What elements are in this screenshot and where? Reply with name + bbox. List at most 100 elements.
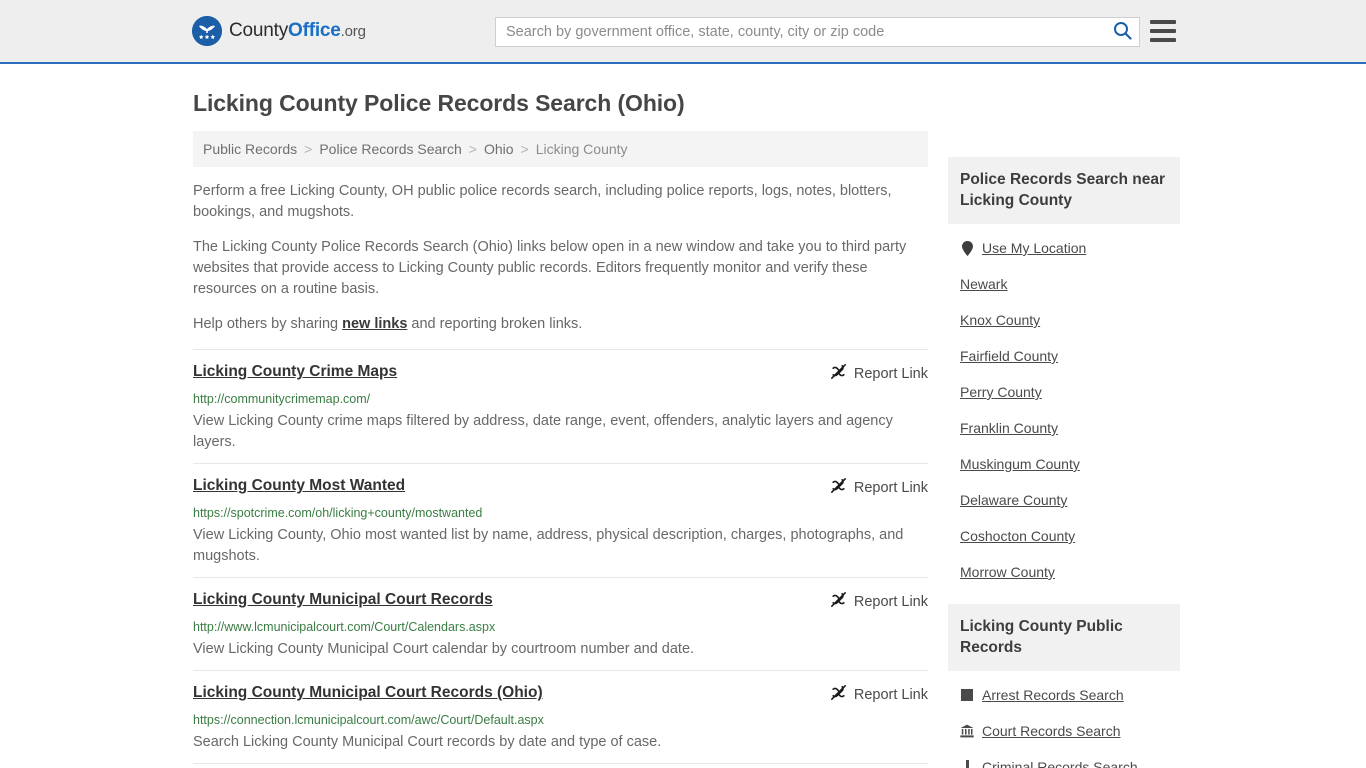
sidebar-item-muskingum-county[interactable]: Muskingum County bbox=[948, 446, 1180, 482]
result-title-link[interactable]: Licking County Most Wanted bbox=[193, 476, 405, 496]
intro-paragraph-2: The Licking County Police Records Search… bbox=[193, 239, 907, 297]
result-url: http://communitycrimemap.com/ bbox=[193, 392, 371, 406]
sidebar-item-morrow-county[interactable]: Morrow County bbox=[948, 554, 1180, 590]
sidebar-item-perry-county[interactable]: Perry County bbox=[948, 374, 1180, 410]
sidebar-link[interactable]: Newark bbox=[960, 276, 1007, 292]
breadcrumb-separator: > bbox=[304, 141, 313, 157]
search-bar[interactable] bbox=[495, 17, 1140, 47]
sidebar: Police Records Search near Licking Count… bbox=[948, 131, 1180, 768]
intro-paragraph-1: Perform a free Licking County, OH public… bbox=[193, 183, 892, 220]
hamburger-bar bbox=[1150, 29, 1176, 33]
report-link-button[interactable]: Report Link bbox=[830, 591, 928, 613]
result-item: Licking County Municipal Court Records R… bbox=[193, 577, 928, 670]
breadcrumb: Public Records > Police Records Search >… bbox=[193, 131, 928, 167]
report-link-button[interactable]: Report Link bbox=[830, 477, 928, 499]
sidebar-item-arrest-records-search[interactable]: Arrest Records Search bbox=[948, 677, 1180, 713]
sidebar-public-records-title: Licking County Public Records bbox=[948, 604, 1180, 671]
sidebar-link[interactable]: Court Records Search bbox=[982, 723, 1121, 739]
intro-text: Perform a free Licking County, OH public… bbox=[193, 181, 928, 335]
brand-part-county: County bbox=[229, 20, 289, 41]
breadcrumb-separator: > bbox=[468, 141, 477, 157]
sidebar-link[interactable]: Use My Location bbox=[982, 240, 1086, 256]
eagle-stars-seal-icon bbox=[192, 16, 222, 46]
result-title-link[interactable]: Licking County Municipal Court Records (… bbox=[193, 683, 543, 703]
sidebar-section-nearby: Police Records Search near Licking Count… bbox=[948, 157, 1180, 590]
result-description: View Licking County, Ohio most wanted li… bbox=[193, 527, 904, 564]
search-button[interactable] bbox=[1105, 18, 1139, 46]
sidebar-nearby-list: Use My Location Newark Knox County Fairf… bbox=[948, 224, 1180, 590]
report-link-label: Report Link bbox=[853, 687, 928, 703]
result-url: http://www.lcmunicipalcourt.com/Court/Ca… bbox=[193, 620, 496, 634]
report-link-button[interactable]: Report Link bbox=[830, 363, 928, 385]
hamburger-bar bbox=[1150, 38, 1176, 42]
sidebar-link[interactable]: Criminal Records Search bbox=[982, 759, 1138, 768]
result-item: Licking County Municipal Court Traffic C… bbox=[193, 763, 928, 768]
site-logo-text: CountyOffice.org bbox=[229, 20, 366, 42]
sidebar-item-fairfield-county[interactable]: Fairfield County bbox=[948, 338, 1180, 374]
courthouse-icon bbox=[960, 723, 974, 739]
sidebar-item-coshocton-county[interactable]: Coshocton County bbox=[948, 518, 1180, 554]
result-description: View Licking County crime maps filtered … bbox=[193, 413, 893, 450]
result-url: https://spotcrime.com/oh/licking+county/… bbox=[193, 506, 483, 520]
main-content: Public Records > Police Records Search >… bbox=[193, 131, 928, 768]
sidebar-link[interactable]: Arrest Records Search bbox=[982, 687, 1124, 703]
intro-p3-after: and reporting broken links. bbox=[407, 316, 583, 332]
sidebar-link[interactable]: Muskingum County bbox=[960, 456, 1080, 472]
sidebar-public-records-list: Arrest Records Search Court Records Sear… bbox=[948, 671, 1180, 768]
result-title-link[interactable]: Licking County Crime Maps bbox=[193, 362, 397, 382]
search-icon bbox=[1113, 21, 1132, 43]
filled-square-icon bbox=[960, 687, 974, 703]
brand-part-office: Office bbox=[288, 20, 341, 41]
intro-paragraph-3: Help others by sharing new links and rep… bbox=[193, 314, 928, 335]
results-list: Licking County Crime Maps Report Link ht… bbox=[193, 349, 928, 768]
sidebar-link[interactable]: Knox County bbox=[960, 312, 1040, 328]
sidebar-link[interactable]: Franklin County bbox=[960, 420, 1058, 436]
sidebar-item-newark[interactable]: Newark bbox=[948, 266, 1180, 302]
map-pin-icon bbox=[960, 240, 974, 256]
site-header: CountyOffice.org bbox=[0, 0, 1366, 64]
result-item: Licking County Most Wanted Report Link h… bbox=[193, 463, 928, 577]
breadcrumb-item-public-records[interactable]: Public Records bbox=[203, 141, 297, 157]
breadcrumb-item-ohio[interactable]: Ohio bbox=[484, 141, 514, 157]
hamburger-menu-icon[interactable] bbox=[1150, 20, 1176, 42]
result-item: Licking County Municipal Court Records (… bbox=[193, 670, 928, 763]
sidebar-link[interactable]: Delaware County bbox=[960, 492, 1067, 508]
breadcrumb-separator: > bbox=[520, 141, 529, 157]
hamburger-bar bbox=[1150, 20, 1176, 24]
breadcrumb-item-licking-county: Licking County bbox=[535, 141, 628, 157]
sidebar-link[interactable]: Perry County bbox=[960, 384, 1042, 400]
broken-link-icon bbox=[830, 684, 847, 706]
result-description: Search Licking County Municipal Court re… bbox=[193, 734, 662, 750]
report-link-label: Report Link bbox=[853, 480, 928, 496]
result-url: https://connection.lcmunicipalcourt.com/… bbox=[193, 713, 544, 727]
sidebar-item-franklin-county[interactable]: Franklin County bbox=[948, 410, 1180, 446]
report-link-button[interactable]: Report Link bbox=[830, 684, 928, 706]
page-body: Licking County Police Records Search (Oh… bbox=[0, 64, 1366, 768]
sidebar-item-use-my-location[interactable]: Use My Location bbox=[948, 230, 1180, 266]
sidebar-link[interactable]: Morrow County bbox=[960, 564, 1055, 580]
breadcrumb-item-police-records-search[interactable]: Police Records Search bbox=[319, 141, 461, 157]
new-links-link[interactable]: new links bbox=[342, 316, 407, 332]
sidebar-item-criminal-records-search[interactable]: Criminal Records Search bbox=[948, 749, 1180, 768]
broken-link-icon bbox=[830, 477, 847, 499]
page-title: Licking County Police Records Search (Oh… bbox=[193, 90, 685, 116]
sidebar-link[interactable]: Coshocton County bbox=[960, 528, 1075, 544]
sidebar-nearby-title: Police Records Search near Licking Count… bbox=[948, 157, 1180, 224]
report-link-label: Report Link bbox=[853, 366, 928, 382]
brand-part-tld: .org bbox=[340, 23, 366, 40]
sidebar-section-public-records: Licking County Public Records Arrest Rec… bbox=[948, 604, 1180, 768]
sidebar-item-knox-county[interactable]: Knox County bbox=[948, 302, 1180, 338]
result-item: Licking County Crime Maps Report Link ht… bbox=[193, 349, 928, 463]
sidebar-item-court-records-search[interactable]: Court Records Search bbox=[948, 713, 1180, 749]
sidebar-link[interactable]: Fairfield County bbox=[960, 348, 1058, 364]
exclamation-icon bbox=[960, 759, 974, 768]
broken-link-icon bbox=[830, 591, 847, 613]
result-title-link[interactable]: Licking County Municipal Court Records bbox=[193, 590, 493, 610]
intro-p3-before: Help others by sharing bbox=[193, 316, 343, 332]
report-link-label: Report Link bbox=[853, 594, 928, 610]
search-input[interactable] bbox=[496, 18, 1105, 46]
result-description: View Licking County Municipal Court cale… bbox=[193, 641, 695, 657]
site-logo[interactable]: CountyOffice.org bbox=[192, 16, 366, 46]
broken-link-icon bbox=[830, 363, 847, 385]
sidebar-item-delaware-county[interactable]: Delaware County bbox=[948, 482, 1180, 518]
